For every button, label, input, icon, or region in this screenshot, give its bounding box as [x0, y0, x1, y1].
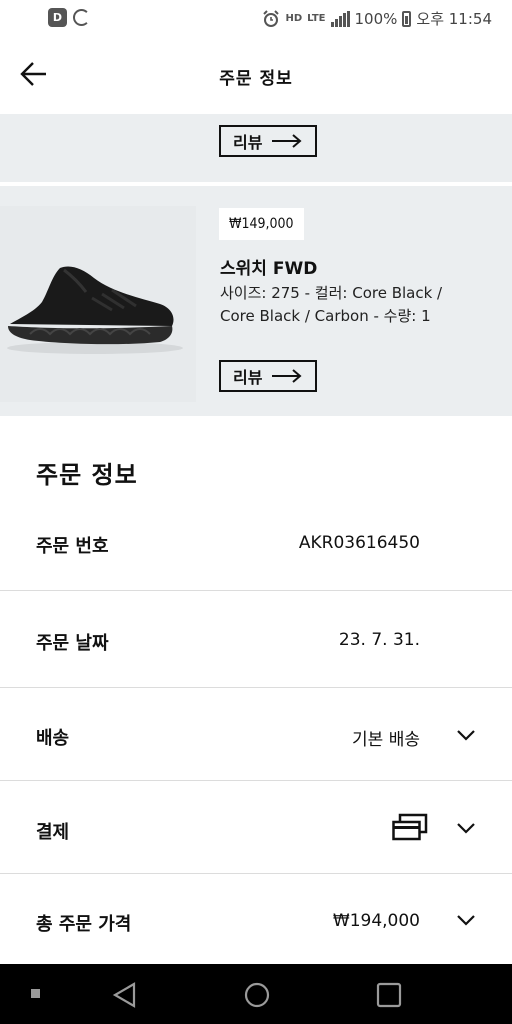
- home-circle-icon[interactable]: [244, 982, 270, 1008]
- shipping-row[interactable]: 배송 기본 배송: [0, 688, 512, 781]
- signal-icon: [330, 10, 350, 27]
- status-left-icons: D: [48, 8, 90, 27]
- back-triangle-icon[interactable]: [112, 982, 138, 1008]
- arrow-right-icon: [272, 369, 302, 383]
- order-number-row: 주문 번호 AKR03616450: [0, 498, 512, 591]
- review-button-label: 리뷰: [233, 368, 263, 387]
- overview-square-icon[interactable]: [376, 982, 402, 1008]
- order-date-value: 23. 7. 31.: [338, 630, 420, 650]
- alarm-icon: [263, 9, 280, 27]
- total-price-label: 총 주문 가격: [36, 914, 132, 935]
- order-date-row: 주문 날짜 23. 7. 31.: [0, 591, 512, 688]
- order-info-title: 주문 정보: [36, 461, 138, 489]
- product-options: 사이즈: 275 - 컬러: Core Black / Core Black /…: [220, 284, 443, 325]
- top-app-bar: 주문 정보: [0, 36, 512, 114]
- review-button[interactable]: 리뷰: [219, 360, 317, 392]
- product-image[interactable]: [0, 206, 196, 402]
- status-bar: D HD LTE 100% 오후 11:54: [0, 0, 512, 36]
- page-title: 주문 정보: [219, 69, 293, 89]
- hd-indicator: HD: [285, 13, 303, 24]
- review-button-label: 리뷰: [233, 133, 263, 152]
- order-number-label: 주문 번호: [36, 536, 109, 557]
- lte-indicator: LTE: [307, 13, 326, 24]
- order-date-label: 주문 날짜: [36, 633, 109, 654]
- product-name[interactable]: 스위치 FWD: [220, 254, 317, 279]
- system-navigation-bar: [0, 964, 512, 1024]
- chevron-down-icon[interactable]: [456, 821, 476, 835]
- battery-percent: 100%: [354, 9, 398, 28]
- d-icon: D: [48, 8, 67, 27]
- product-price: ₩149,000: [219, 208, 304, 240]
- chevron-down-icon[interactable]: [456, 728, 476, 742]
- total-price-value: ₩194,000: [332, 911, 420, 931]
- review-button[interactable]: 리뷰: [219, 125, 317, 157]
- total-price-row[interactable]: 총 주문 가격 ₩194,000: [0, 874, 512, 966]
- battery-icon: [402, 10, 412, 27]
- order-number-value: AKR03616450: [298, 533, 420, 553]
- recent-apps-dot-icon[interactable]: [30, 988, 42, 1000]
- shipping-label: 배송: [36, 728, 70, 749]
- arrow-right-icon: [272, 134, 302, 148]
- status-right: HD LTE 100% 오후 11:54: [262, 8, 492, 29]
- product-card-previous: 리뷰: [0, 114, 512, 182]
- credit-card-icon: [392, 813, 428, 841]
- payment-label: 결제: [36, 822, 70, 843]
- product-card: ₩149,000 스위치 FWD 사이즈: 275 - 컬러: Core Bla…: [0, 186, 512, 416]
- chevron-down-icon[interactable]: [456, 913, 476, 927]
- shipping-value: 기본 배송: [352, 730, 420, 750]
- shoe-image: [7, 266, 183, 354]
- status-time: 오후 11:54: [416, 10, 492, 28]
- sync-icon: [73, 9, 90, 26]
- payment-row[interactable]: 결제: [0, 781, 512, 874]
